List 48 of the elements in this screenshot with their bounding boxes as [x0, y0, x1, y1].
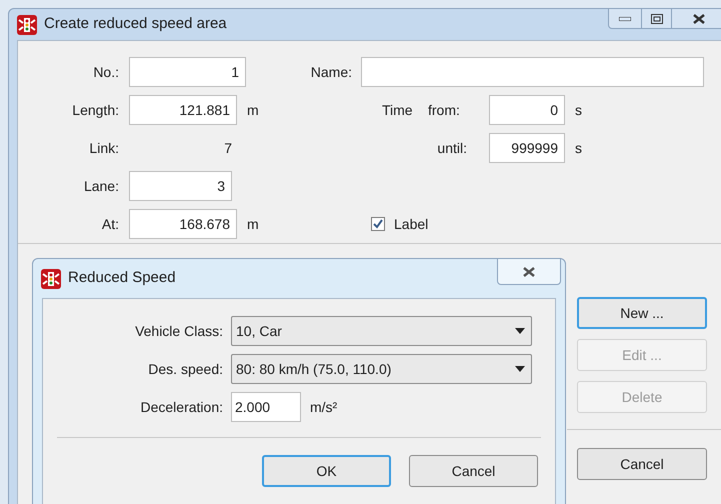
- close-icon: [692, 14, 706, 24]
- minimize-icon: [619, 16, 631, 20]
- minimize-button[interactable]: [608, 8, 642, 29]
- window-title: Create reduced speed area: [44, 14, 227, 34]
- side-button[interactable]: New ...: [577, 297, 707, 329]
- input-field[interactable]: 999999: [489, 133, 565, 163]
- caret-icon: [515, 366, 525, 372]
- app-icon: [17, 14, 37, 34]
- input-field[interactable]: [361, 57, 704, 87]
- close-button[interactable]: [672, 8, 721, 29]
- checkbox[interactable]: [371, 217, 385, 231]
- restore-icon: [650, 14, 662, 24]
- checkbox-label: Label: [394, 214, 428, 234]
- input-field[interactable]: 2.000: [231, 392, 301, 422]
- cancel-button[interactable]: Cancel: [577, 448, 707, 480]
- dialog-button[interactable]: OK: [262, 455, 391, 487]
- dropdown[interactable]: 80: 80 km/h (75.0, 110.0): [231, 354, 532, 384]
- maximize-button[interactable]: [642, 8, 672, 29]
- field-label: from:: [428, 100, 461, 120]
- caret-icon: [515, 328, 525, 334]
- dialog-button[interactable]: Cancel: [409, 455, 538, 487]
- unit-label: s: [575, 100, 582, 120]
- field-label: No.:: [92, 62, 120, 82]
- unit-label: s: [575, 138, 582, 158]
- field-label: Name:: [310, 62, 353, 82]
- field-label: Link:: [88, 138, 120, 158]
- dropdown[interactable]: 10, Car: [231, 316, 532, 346]
- input-field[interactable]: 121.881: [129, 95, 237, 125]
- field-label: until:: [436, 138, 468, 158]
- input-field[interactable]: 1: [129, 57, 246, 87]
- field-label: Vehicle Class:: [134, 322, 224, 340]
- input-field[interactable]: 0: [489, 95, 565, 125]
- field-label: Length:: [71, 100, 120, 120]
- input-field[interactable]: 3: [129, 171, 232, 201]
- unit-label: m/s²: [310, 398, 338, 416]
- field-label: Lane:: [82, 176, 120, 196]
- field-value: 7: [223, 138, 233, 158]
- unit-label: m: [247, 100, 259, 120]
- app-icon: [41, 268, 61, 288]
- close-button[interactable]: [497, 258, 561, 285]
- unit-label: m: [247, 214, 259, 234]
- field-label: Time: [382, 100, 414, 120]
- close-icon: [522, 266, 536, 276]
- input-field[interactable]: 168.678: [129, 209, 237, 239]
- dialog-title: Reduced Speed: [68, 268, 176, 288]
- field-label: Deceleration:: [140, 398, 224, 416]
- field-label: At:: [100, 214, 120, 234]
- field-label: Des. speed:: [147, 360, 224, 379]
